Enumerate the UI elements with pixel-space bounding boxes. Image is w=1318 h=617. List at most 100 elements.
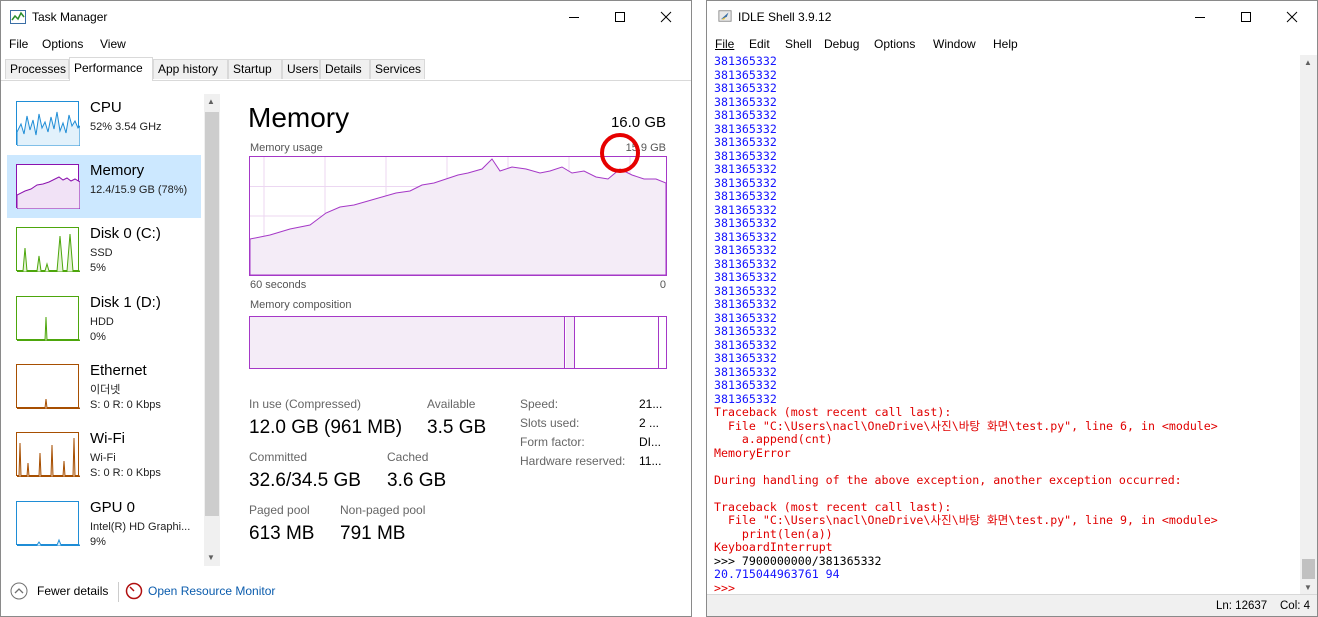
line-number: Ln: 12637 xyxy=(1216,600,1268,612)
memory-thumbnail-graph xyxy=(16,164,80,209)
menu-file[interactable]: File xyxy=(9,37,28,51)
shell-output-line: 381365332 xyxy=(714,270,777,284)
tab-users[interactable]: Users xyxy=(282,59,320,79)
sidebar-item-memory[interactable]: Memory 12.4/15.9 GB (78%) xyxy=(7,155,201,218)
idle-titlebar[interactable]: IDLE Shell 3.9.12 xyxy=(707,1,1317,33)
fewer-details-button[interactable]: Fewer details xyxy=(10,582,108,600)
scroll-down-icon[interactable]: ▼ xyxy=(1304,583,1312,592)
shell-output-line: 381365332 xyxy=(714,67,777,82)
close-button[interactable] xyxy=(643,1,689,33)
sidebar-item-cpu[interactable]: CPU 52% 3.54 GHz xyxy=(7,92,201,155)
shell-output-line: 381365332 xyxy=(714,297,777,311)
shell-error-line: KeyboardInterrupt xyxy=(714,540,833,554)
shell-output-line: 381365332 xyxy=(714,94,777,109)
sidebar-item-name: Memory xyxy=(90,162,145,179)
shell-output-line: 381365332 xyxy=(714,351,777,365)
sidebar-item-sub: 이더넷 S: 0 R: 0 Kbps xyxy=(90,383,161,413)
menu-options[interactable]: Options xyxy=(42,37,83,51)
hardware-reserved-label: Hardware reserved: xyxy=(520,454,626,468)
shell-output-line: 381365332 xyxy=(714,391,777,406)
available-value: 3.5 GB xyxy=(427,417,487,438)
scroll-up-icon[interactable]: ▲ xyxy=(1304,58,1312,67)
shell-error-line xyxy=(714,460,1300,474)
in-use-label: In use (Compressed) xyxy=(249,397,362,411)
menu-edit[interactable]: Edit xyxy=(749,37,770,51)
menu-file[interactable]: File xyxy=(715,37,734,51)
shell-output-line: 381365332 xyxy=(714,310,777,325)
tab-app-history[interactable]: App history xyxy=(153,59,228,79)
shell-scroll-thumb[interactable] xyxy=(1302,559,1315,579)
shell-output-line: 381365332 xyxy=(714,175,777,190)
open-resource-monitor-link[interactable]: Open Resource Monitor xyxy=(125,582,275,600)
sidebar-item-name: Disk 1 (D:) xyxy=(90,294,161,311)
tab-performance[interactable]: Performance xyxy=(69,57,153,81)
composition-in-use xyxy=(250,317,565,368)
tab-services[interactable]: Services xyxy=(370,59,425,79)
maximize-icon xyxy=(615,12,625,22)
sidebar-item-sub: Intel(R) HD Graphi... 9% xyxy=(90,520,190,550)
cached-value: 3.6 GB xyxy=(387,470,447,491)
shell-error-line: File "C:\Users\nacl\OneDrive\사진\바탕 화면\te… xyxy=(714,418,1218,433)
memory-usage-graph xyxy=(249,156,667,276)
shell-error-line: Traceback (most recent call last): xyxy=(714,499,952,514)
scroll-down-icon[interactable]: ▼ xyxy=(207,553,215,562)
ethernet-thumbnail-graph xyxy=(16,364,80,409)
sidebar-item-disk-0[interactable]: Disk 0 (C:) SSD 5% xyxy=(7,218,201,281)
scroll-up-icon[interactable]: ▲ xyxy=(207,97,215,106)
menu-debug[interactable]: Debug xyxy=(824,37,859,51)
menu-view[interactable]: View xyxy=(100,37,126,51)
maximize-button[interactable] xyxy=(597,1,643,33)
menu-help[interactable]: Help xyxy=(993,37,1018,51)
minimize-icon xyxy=(1195,17,1205,18)
shell-error-line xyxy=(714,487,1300,501)
sidebar-scrollbar[interactable]: ▲ ▼ xyxy=(204,94,220,566)
hardware-reserved-value: 11... xyxy=(639,454,662,468)
menu-window[interactable]: Window xyxy=(933,37,976,51)
sidebar-item-wifi[interactable]: Wi-Fi Wi-Fi S: 0 R: 0 Kbps xyxy=(7,423,201,486)
close-icon xyxy=(660,11,672,23)
sidebar-item-sub: 52% 3.54 GHz xyxy=(90,121,162,133)
status-bar: Ln: 12637 Col: 4 xyxy=(707,594,1317,616)
sidebar-item-name: CPU xyxy=(90,99,122,116)
python-feather-icon xyxy=(718,10,732,22)
chevron-up-circle-icon xyxy=(10,582,28,600)
close-button[interactable] xyxy=(1269,1,1315,33)
shell-output-line: 381365332 xyxy=(714,337,777,352)
committed-value: 32.6/34.5 GB xyxy=(249,470,361,491)
minimize-icon xyxy=(569,17,579,18)
sidebar-scroll-thumb[interactable] xyxy=(205,112,219,516)
composition-modified xyxy=(566,317,575,368)
cached-label: Cached xyxy=(387,450,429,464)
minimize-button[interactable] xyxy=(1177,1,1223,33)
shell-text-area[interactable]: 381365332 381365332 381365332 381365332 3813… xyxy=(714,55,1300,595)
shell-output-line: 381365332 xyxy=(714,55,777,68)
in-use-value: 12.0 GB (961 MB) xyxy=(249,417,403,438)
graph-time-left: 60 seconds xyxy=(250,279,307,291)
available-label: Available xyxy=(427,397,476,411)
shell-output-line: 381365332 xyxy=(714,216,777,230)
menu-options[interactable]: Options xyxy=(874,37,915,51)
tab-startup[interactable]: Startup xyxy=(228,59,282,79)
paged-pool-label: Paged pool xyxy=(249,503,310,517)
slots-used-label: Slots used: xyxy=(520,416,580,430)
window-title: IDLE Shell 3.9.12 xyxy=(738,10,832,24)
maximize-icon xyxy=(1241,12,1251,22)
shell-error-line: a.append(cnt) xyxy=(714,432,833,446)
wifi-throughput: S: 0 R: 0 Kbps xyxy=(90,467,161,479)
minimize-button[interactable] xyxy=(551,1,597,33)
paged-pool-value: 613 MB xyxy=(249,523,315,544)
tab-details[interactable]: Details xyxy=(320,59,370,79)
maximize-button[interactable] xyxy=(1223,1,1269,33)
task-manager-titlebar[interactable]: Task Manager xyxy=(1,1,691,33)
menu-shell[interactable]: Shell xyxy=(785,37,812,51)
sidebar-item-name: Wi-Fi xyxy=(90,430,125,447)
shell-scrollbar[interactable]: ▲ ▼ xyxy=(1300,55,1317,595)
sidebar-item-ethernet[interactable]: Ethernet 이더넷 S: 0 R: 0 Kbps xyxy=(7,355,201,418)
sidebar-item-gpu-0[interactable]: GPU 0 Intel(R) HD Graphi... 9% xyxy=(7,492,201,555)
shell-output-line: 381365332 xyxy=(714,148,777,163)
shell-error-line: print(len(a)) xyxy=(714,526,833,541)
speed-value: 21... xyxy=(639,397,663,411)
tab-processes[interactable]: Processes xyxy=(5,59,69,79)
speed-label: Speed: xyxy=(520,397,559,411)
sidebar-item-disk-1[interactable]: Disk 1 (D:) HDD 0% xyxy=(7,287,201,350)
